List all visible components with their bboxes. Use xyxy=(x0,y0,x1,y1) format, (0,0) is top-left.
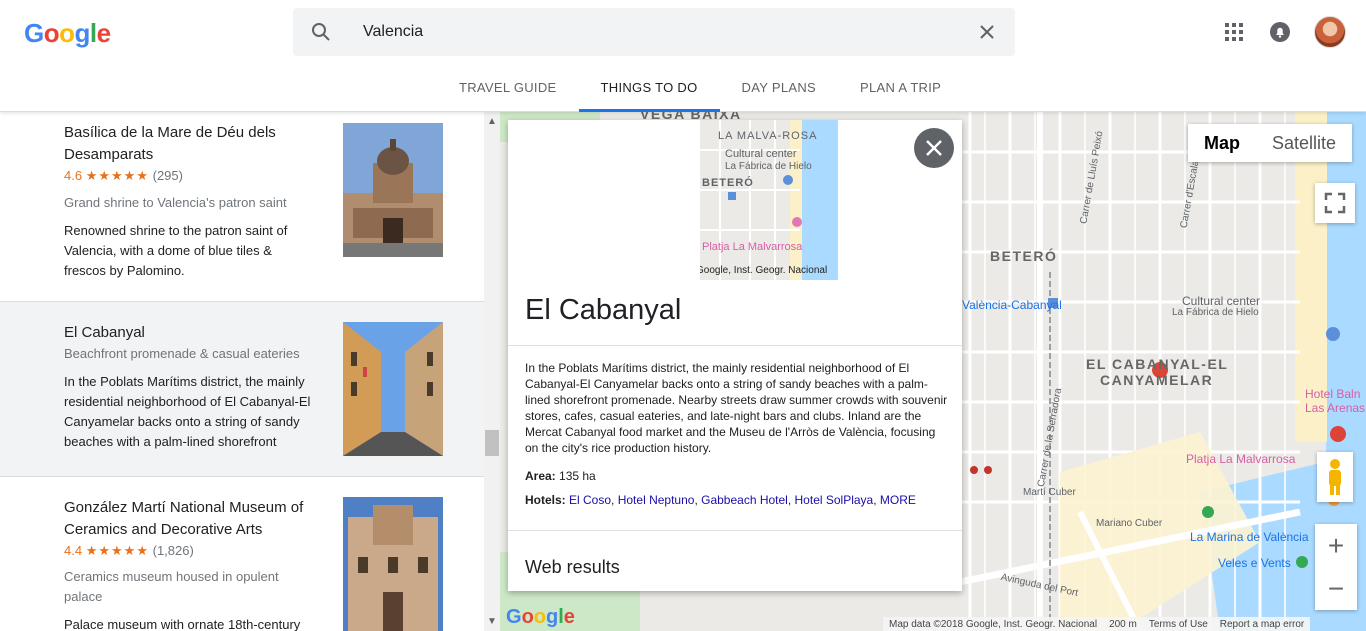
attraction-description: In the Poblats Marítims district, the ma… xyxy=(64,374,311,449)
map-label-veles[interactable]: Veles e Vents xyxy=(1218,556,1291,570)
attraction-description: Renowned shrine to the patron saint of V… xyxy=(64,223,288,278)
rating-row: 4.4 ★★★★★ (1,826) xyxy=(64,543,194,559)
zoom-controls: + − xyxy=(1315,524,1357,610)
list-item[interactable]: Basílica de la Mare de Déu dels Desampar… xyxy=(0,112,484,302)
map-label-hotel-balneario[interactable]: Hotel Baln xyxy=(1305,387,1360,401)
street-view-pegman[interactable] xyxy=(1317,452,1353,502)
card-divider xyxy=(508,345,962,346)
map-label-station[interactable]: València-Cabanyal xyxy=(962,298,1062,312)
area-row: Area: 135 ha xyxy=(525,469,596,483)
scrollbar-thumb[interactable] xyxy=(485,430,499,456)
header-actions xyxy=(1222,16,1346,48)
attraction-description: Palace museum with ornate 18th-century xyxy=(64,617,301,631)
map-label-cultural-center: Cultural center xyxy=(1182,294,1261,308)
tab-plan-a-trip[interactable]: PLAN A TRIP xyxy=(838,64,963,112)
map-label-fabrica: La Fábrica de Hielo xyxy=(1172,307,1259,318)
map-label-platja[interactable]: Platja La Malvarrosa xyxy=(1186,452,1295,466)
google-logo[interactable]: Google xyxy=(24,18,111,49)
tab-things-to-do[interactable]: THINGS TO DO xyxy=(578,64,720,112)
map-label-mariano: Mariano Cuber xyxy=(1096,518,1163,529)
mini-label-fabrica: La Fábrica de Hielo xyxy=(725,161,812,172)
place-description: In the Poblats Marítims district, the ma… xyxy=(525,361,948,455)
tab-day-plans[interactable]: DAY PLANS xyxy=(720,64,838,112)
search-box xyxy=(293,8,1015,56)
tab-bar: TRAVEL GUIDE THINGS TO DO DAY PLANS PLAN… xyxy=(437,64,963,112)
attraction-subtitle: Beachfront promenade & casual eateries xyxy=(64,346,300,361)
attraction-subtitle: Ceramics museum housed in opulent palace xyxy=(64,569,279,604)
attractions-list: Basílica de la Mare de Déu dels Desampar… xyxy=(0,112,484,631)
hotel-link[interactable]: Gabbeach Hotel xyxy=(701,493,788,507)
rating-value: 4.6 xyxy=(64,168,83,183)
list-scrollbar[interactable]: ▲ ▼ xyxy=(484,112,500,631)
card-divider xyxy=(508,530,962,531)
map-label-canyamelar: CANYAMELAR xyxy=(1100,372,1214,388)
close-icon xyxy=(926,140,942,156)
list-item-selected[interactable]: El Cabanyal Beachfront promenade & casua… xyxy=(0,302,484,477)
more-hotels-link[interactable]: MORE xyxy=(880,493,916,507)
review-count: (295) xyxy=(152,168,183,183)
mini-label-malva-rosa: LA MALVA-ROSA xyxy=(718,130,818,142)
map-google-logo[interactable]: Google xyxy=(506,606,575,629)
fullscreen-button[interactable] xyxy=(1315,183,1355,223)
map-label-las-arenas[interactable]: Las Arenas xyxy=(1305,401,1365,415)
map-label-marina[interactable]: La Marina de València xyxy=(1190,530,1309,544)
top-header: Google TRAVEL GUIDE THINGS TO DO DAY PLA… xyxy=(0,0,1366,112)
map-label-cabanyal: EL CABANYAL-EL xyxy=(1086,356,1229,372)
scroll-up-icon[interactable]: ▲ xyxy=(487,116,497,127)
map-type-map-button[interactable]: Map xyxy=(1188,124,1256,162)
mini-label-betero: BETERÓ xyxy=(702,177,754,189)
map-label-marti-cuber: Martí Cuber xyxy=(1023,487,1076,498)
zoom-out-button[interactable]: − xyxy=(1315,567,1357,610)
map-label-betero: BETERÓ xyxy=(990,248,1058,264)
notifications-icon[interactable] xyxy=(1268,20,1292,44)
area-value: 135 ha xyxy=(559,469,596,483)
fullscreen-icon xyxy=(1324,192,1346,214)
report-error-link[interactable]: Report a map error xyxy=(1220,619,1304,630)
mini-label-attribution: Google, Inst. Geogr. Nacional xyxy=(700,265,828,276)
place-title: El Cabanyal xyxy=(525,294,682,326)
map-scale[interactable]: 200 m xyxy=(1109,619,1137,630)
hotels-row: Hotels: El Coso, Hotel Neptuno, Gabbeach… xyxy=(525,493,916,507)
apps-grid-icon[interactable] xyxy=(1222,20,1246,44)
museum-photo[interactable] xyxy=(343,497,443,631)
hotels-label: Hotels: xyxy=(525,493,566,507)
terms-link[interactable]: Terms of Use xyxy=(1149,619,1208,630)
attraction-title[interactable]: González Martí National Museum of Cerami… xyxy=(64,497,314,541)
search-input[interactable] xyxy=(363,20,923,44)
attraction-title[interactable]: El Cabanyal xyxy=(64,322,314,344)
search-icon[interactable] xyxy=(309,20,333,44)
attraction-title[interactable]: Basílica de la Mare de Déu dels Desampar… xyxy=(64,122,314,166)
map-data-attribution: Map data ©2018 Google, Inst. Geogr. Naci… xyxy=(889,618,1098,630)
web-results-heading[interactable]: Web results xyxy=(525,557,620,578)
list-item[interactable]: González Martí National Museum of Cerami… xyxy=(0,477,484,631)
hotel-link[interactable]: Hotel SolPlaya xyxy=(795,493,874,507)
review-count: (1,826) xyxy=(152,543,194,558)
mini-label-cultural: Cultural center xyxy=(725,148,797,160)
rating-stars: ★★★★★ xyxy=(85,543,149,558)
map-type-toggle: Map Satellite xyxy=(1188,124,1353,162)
rating-stars: ★★★★★ xyxy=(85,168,149,183)
mini-label-platja: Platja La Malvarrosa xyxy=(702,241,803,253)
hotel-link[interactable]: Hotel Neptuno xyxy=(618,493,695,507)
cabanyal-photo[interactable] xyxy=(343,322,443,456)
mini-map[interactable]: LA MALVA-ROSA Cultural center La Fábrica… xyxy=(700,120,838,280)
rating-value: 4.4 xyxy=(64,543,83,558)
clear-icon[interactable] xyxy=(975,20,999,44)
mini-map-tiles xyxy=(700,120,838,280)
attraction-subtitle: Grand shrine to Valencia's patron saint xyxy=(64,195,287,210)
scroll-down-icon[interactable]: ▼ xyxy=(487,616,497,627)
basilica-photo[interactable] xyxy=(343,123,443,257)
map-type-satellite-button[interactable]: Satellite xyxy=(1256,124,1352,162)
zoom-in-button[interactable]: + xyxy=(1315,524,1357,567)
account-avatar[interactable] xyxy=(1314,16,1346,48)
hotel-link[interactable]: El Coso xyxy=(569,493,611,507)
area-label: Area: xyxy=(525,469,556,483)
close-button[interactable] xyxy=(914,128,954,168)
pegman-icon xyxy=(1329,459,1341,495)
place-detail-card: LA MALVA-ROSA Cultural center La Fábrica… xyxy=(508,120,962,591)
rating-row: 4.6 ★★★★★ (295) xyxy=(64,168,183,184)
map-footer: Map data ©2018 Google, Inst. Geogr. Naci… xyxy=(883,617,1311,631)
tab-travel-guide[interactable]: TRAVEL GUIDE xyxy=(437,64,579,112)
